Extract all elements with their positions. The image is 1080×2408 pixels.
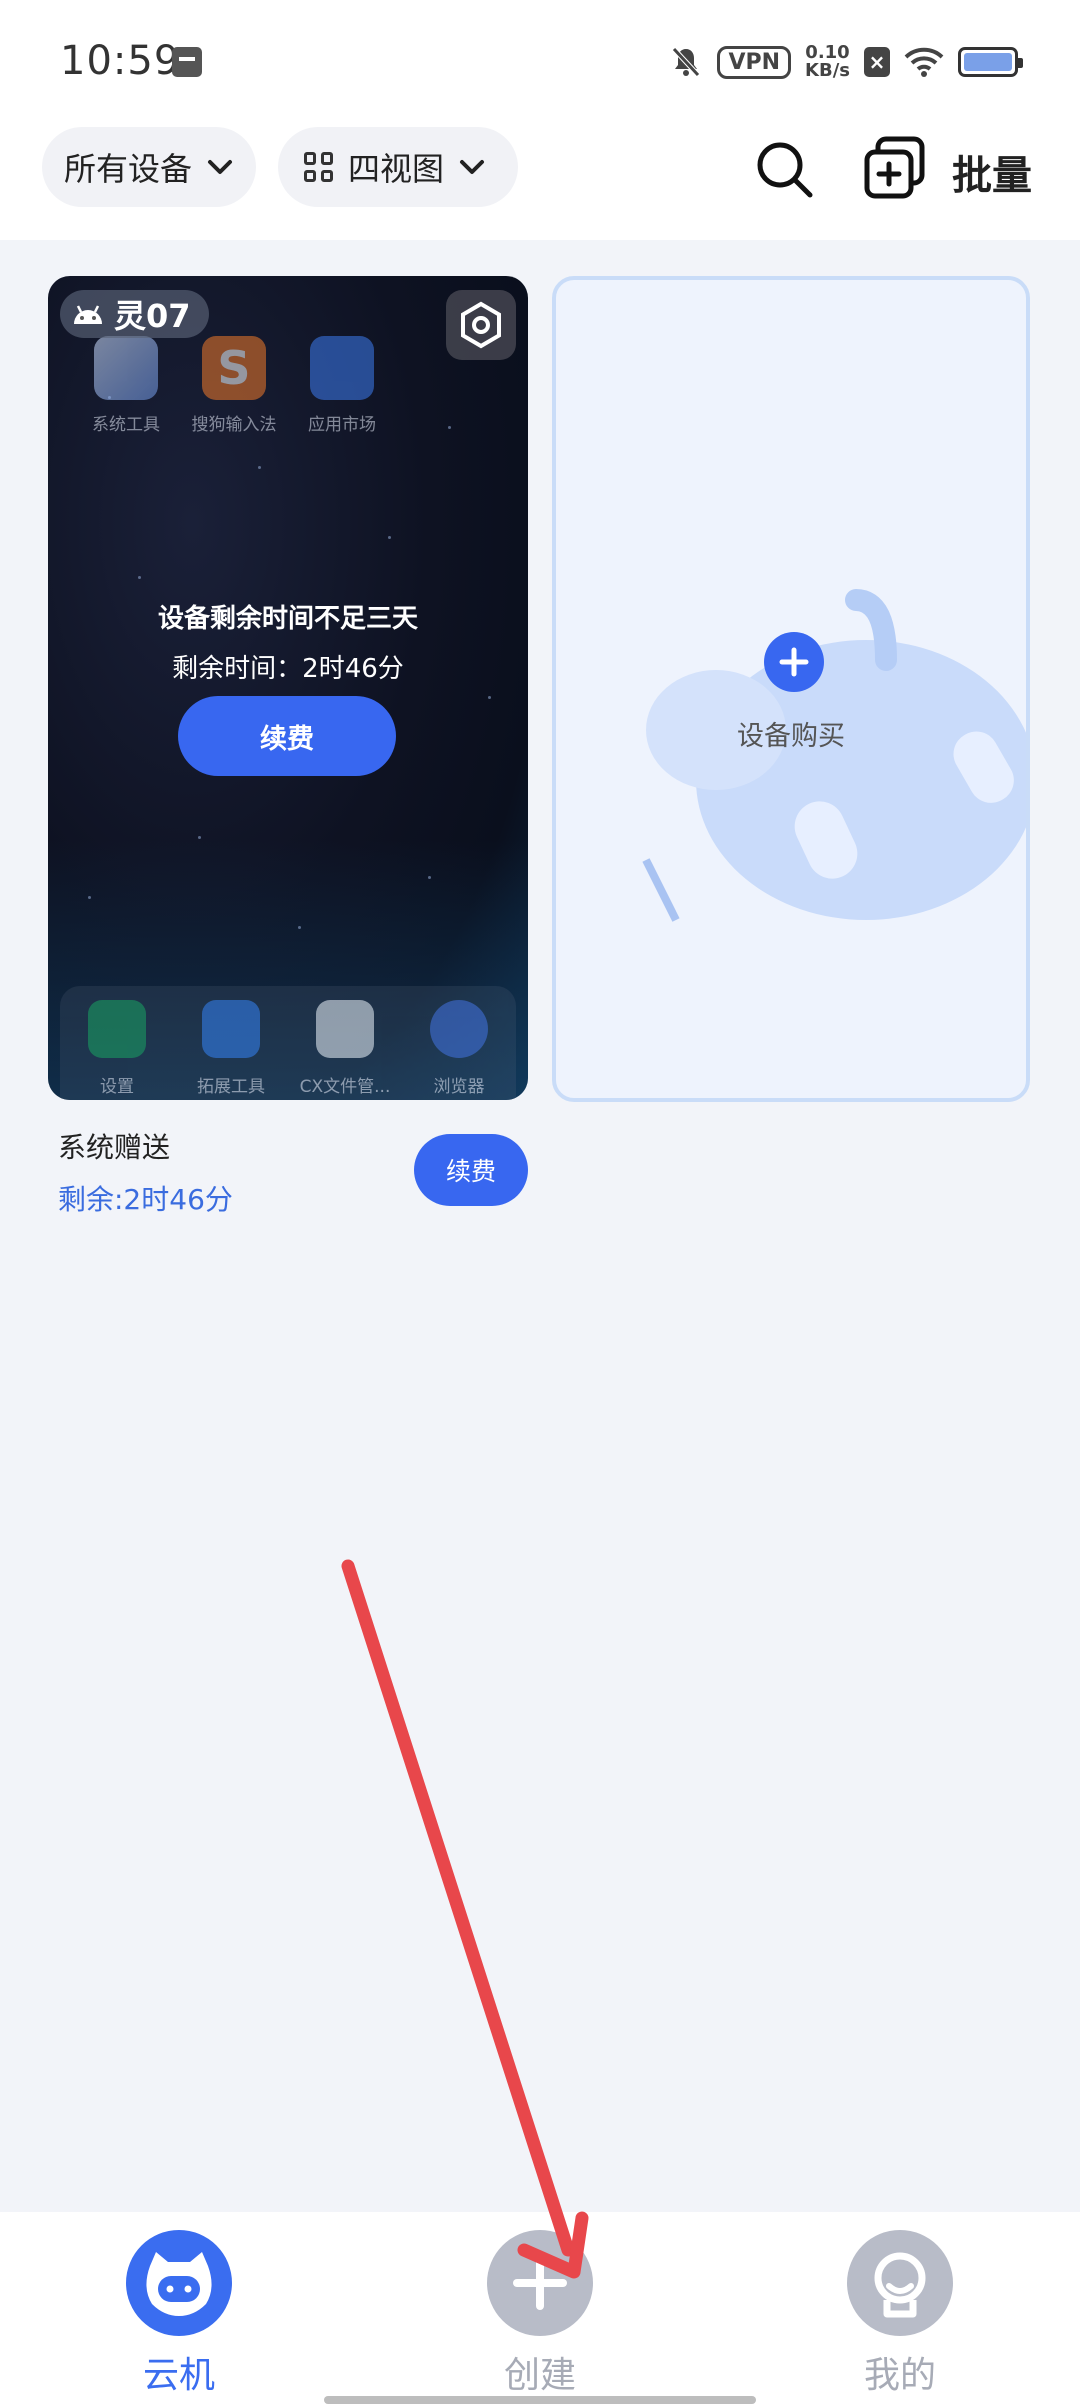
cloud-cat-icon: [126, 2230, 232, 2336]
home-indicator: [324, 2396, 756, 2404]
device-remaining: 剩余:2时46分: [58, 1183, 233, 1216]
wifi-icon: [904, 47, 944, 77]
nav-tab-create[interactable]: 创建: [460, 2230, 620, 2398]
app-icon-extension-tools: 拓展工具: [181, 1000, 281, 1100]
batch-button[interactable]: 批量: [952, 143, 1032, 201]
speed-unit: KB/s: [805, 60, 850, 81]
app-icon-settings: 设置: [67, 1000, 167, 1100]
device-filter-dropdown[interactable]: 所有设备: [42, 127, 256, 207]
no-sim-icon: ×: [864, 47, 890, 77]
chevron-down-icon: [208, 160, 233, 174]
renew-button[interactable]: 续费: [414, 1134, 528, 1206]
buy-device-card[interactable]: 设备购买: [552, 276, 1030, 1102]
device-name-badge: 灵07: [60, 290, 209, 338]
view-mode-label: 四视图: [348, 150, 445, 188]
nav-tab-mine[interactable]: 我的: [820, 2230, 980, 2398]
bell-off-icon: [672, 47, 701, 77]
hexagon-settings-icon: [461, 301, 501, 349]
battery-icon: [958, 47, 1023, 77]
calendar-icon: [172, 47, 202, 77]
status-time: 10:59: [60, 38, 181, 84]
nav-label-mine: 我的: [863, 2355, 936, 2396]
device-title: 系统赠送: [58, 1131, 171, 1164]
search-icon[interactable]: [752, 137, 816, 201]
home-dock: 设置 拓展工具 CX文件管... 浏览器: [60, 986, 516, 1100]
plus-icon: [487, 2230, 593, 2336]
vpn-icon: VPN: [717, 45, 792, 79]
status-icons: VPN 0.10 KB/s ×: [669, 40, 1023, 84]
device-name: 灵07: [114, 297, 191, 335]
expire-warning-title: 设备剩余时间不足三天: [157, 604, 418, 634]
network-speed: 0.10 KB/s: [805, 44, 850, 80]
expire-remaining-time: 剩余时间：2时46分: [172, 654, 404, 684]
buy-device-label: 设备购买: [737, 721, 845, 752]
device-filter-label: 所有设备: [64, 150, 193, 188]
status-bar: 10:59 VPN 0.10 KB/s ×: [0, 0, 1080, 125]
app-icon-system-tools: 系统工具: [76, 336, 176, 435]
bottom-navigation: 云机 创建 我的: [0, 2212, 1080, 2408]
cloud-device-preview[interactable]: 灵07 系统工具 S 搜狗输入法 应用市场 设备剩余时间不足三天 剩余时间：2时…: [48, 276, 528, 1100]
mascot-illustration: [642, 589, 1026, 922]
top-toolbar: 所有设备 四视图 批量: [0, 125, 1080, 240]
nav-label-create: 创建: [503, 2355, 576, 2396]
nav-tab-cloud[interactable]: 云机: [99, 2230, 259, 2398]
android-icon: [74, 305, 102, 324]
view-mode-dropdown[interactable]: 四视图: [278, 127, 518, 207]
plus-icon: [764, 632, 824, 692]
app-icon-cx-file-manager: CX文件管...: [295, 1000, 395, 1100]
grid-view-icon: [304, 152, 334, 182]
nav-label-cloud: 云机: [142, 2355, 215, 2396]
renew-button-overlay[interactable]: 续费: [178, 696, 396, 776]
profile-icon: [847, 2230, 953, 2336]
device-settings-button[interactable]: [446, 290, 516, 360]
app-icon-browser: 浏览器: [409, 1000, 509, 1100]
batch-add-icon[interactable]: [862, 135, 928, 201]
app-icon-app-store: 应用市场: [292, 336, 392, 435]
chevron-down-icon: [460, 160, 485, 174]
app-icon-sogou-input: S 搜狗输入法: [184, 336, 284, 435]
